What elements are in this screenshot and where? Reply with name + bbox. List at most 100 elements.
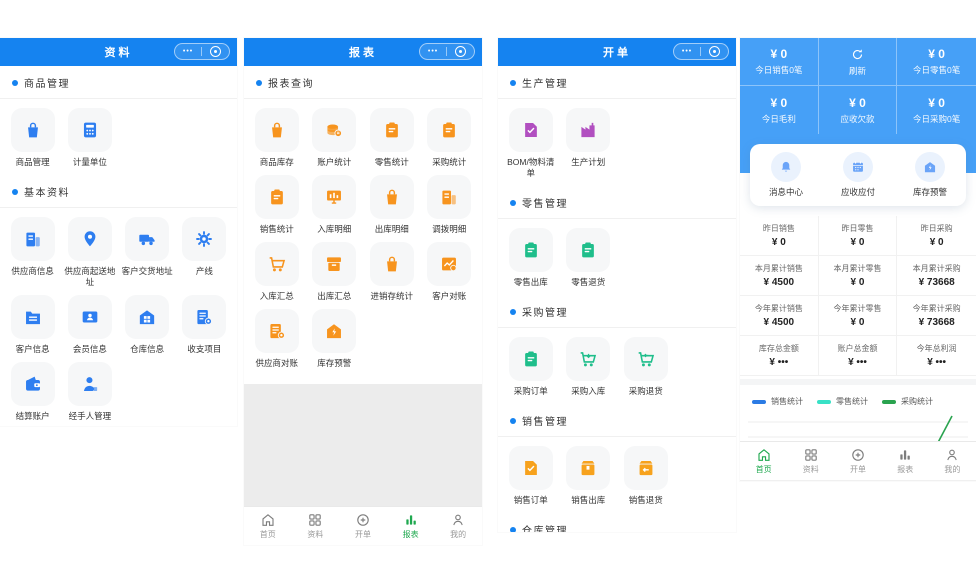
app-item-9[interactable]: 经手人管理 [61, 362, 118, 422]
app-item-3[interactable]: 产线 [176, 217, 233, 288]
refresh-button[interactable]: 刷新 [819, 38, 898, 86]
app-item-8[interactable]: 入库汇总 [248, 242, 306, 302]
stat-cell-1[interactable]: 昨日零售¥ 0 [819, 216, 898, 256]
tab-home[interactable]: 首页 [244, 512, 292, 540]
app-item-7[interactable]: 调拨明细 [421, 175, 479, 235]
stat-value: ¥ 73668 [919, 317, 955, 328]
app-item-4[interactable]: 客户信息 [4, 295, 61, 355]
app-item-1[interactable]: 零售退货 [560, 228, 618, 288]
app-item-0[interactable]: 商品管理 [4, 108, 61, 168]
stat-cell-11[interactable]: 今年总利润¥ ••• [897, 336, 976, 376]
summary-cell-receivables[interactable]: ¥ 0 应收欠款 [819, 86, 898, 134]
app-item-12[interactable]: 供应商对账 [248, 309, 306, 369]
more-icon[interactable]: ••• [682, 48, 692, 55]
app-item-0[interactable]: BOM/物料清单 [502, 108, 560, 179]
stat-value: ¥ ••• [927, 357, 946, 368]
more-icon[interactable]: ••• [428, 48, 438, 55]
app-item-2[interactable]: 零售统计 [363, 108, 421, 168]
tab-label: 开单 [850, 464, 866, 475]
app-item-0[interactable]: 商品库存 [248, 108, 306, 168]
tab-grid[interactable]: 资料 [787, 447, 834, 475]
app-item-5[interactable]: 会员信息 [61, 295, 118, 355]
app-item-13[interactable]: 库存预警 [306, 309, 364, 369]
stat-cell-9[interactable]: 库存总金额¥ ••• [740, 336, 819, 376]
bars-icon [403, 512, 419, 528]
app-item-0[interactable]: 采购订单 [502, 337, 560, 397]
app-item-1[interactable]: 采购入库 [560, 337, 618, 397]
exit-target-icon[interactable] [709, 46, 720, 57]
summary-label: 刷新 [849, 65, 866, 77]
miniprogram-capsule[interactable]: ••• [673, 43, 729, 60]
more-icon[interactable]: ••• [183, 48, 193, 55]
miniprogram-capsule[interactable]: ••• [419, 43, 475, 60]
tab-label: 首页 [756, 464, 772, 475]
tab-bars[interactable]: 报表 [882, 447, 929, 475]
summary-cell-today-purchase[interactable]: ¥ 0 今日采购0笔 [897, 86, 976, 134]
tab-label: 资料 [803, 464, 819, 475]
stat-value: ¥ 0 [851, 277, 865, 288]
tab-bars[interactable]: 报表 [387, 512, 435, 540]
app-item-1[interactable]: 销售出库 [560, 446, 618, 506]
stat-cell-5[interactable]: 本月累计采购¥ 73668 [897, 256, 976, 296]
section-header: 采购管理 [498, 295, 736, 328]
stat-cell-8[interactable]: 今年累计采购¥ 73668 [897, 296, 976, 336]
app-item-8[interactable]: 结算账户 [4, 362, 61, 422]
coins-icon [312, 108, 356, 152]
exit-target-icon[interactable] [210, 46, 221, 57]
person-icon [944, 447, 960, 463]
stat-cell-7[interactable]: 今年累计零售¥ 0 [819, 296, 898, 336]
pin-icon [68, 217, 112, 261]
quick-action-stock-alert[interactable]: 库存预警 [913, 152, 947, 198]
stat-cell-2[interactable]: 昨日采购¥ 0 [897, 216, 976, 256]
app-item-5[interactable]: 入库明细 [306, 175, 364, 235]
app-item-0[interactable]: 销售订单 [502, 446, 560, 506]
summary-cell-today-retail[interactable]: ¥ 0 今日零售0笔 [897, 38, 976, 86]
app-item-11[interactable]: 客户对账 [421, 242, 479, 302]
quick-actions-card: 消息中心 应收应付 库存预警 [750, 144, 966, 206]
app-item-9[interactable]: 出库汇总 [306, 242, 364, 302]
app-item-3[interactable]: 采购统计 [421, 108, 479, 168]
quick-action-messages[interactable]: 消息中心 [769, 152, 803, 198]
tab-person[interactable]: 我的 [434, 512, 482, 540]
stat-cell-0[interactable]: 昨日销售¥ 0 [740, 216, 819, 256]
app-item-0[interactable]: 零售出库 [502, 228, 560, 288]
app-item-label: 计量单位 [70, 157, 110, 168]
clipboard-icon [509, 228, 553, 272]
clipboard-icon [255, 175, 299, 219]
card-icon [68, 295, 112, 339]
app-item-1[interactable]: 供应商起送地址 [61, 217, 118, 288]
stat-value: ¥ 4500 [764, 277, 795, 288]
app-item-6[interactable]: 仓库信息 [119, 295, 176, 355]
screen-reports: 报表 ••• 报表查询 商品库存账户统计零售统计采购统计销售统计入库明细出库明细… [244, 38, 482, 545]
summary-cell-today-profit[interactable]: ¥ 0 今日毛利 [740, 86, 819, 134]
grid-icon [803, 447, 819, 463]
stat-cell-10[interactable]: 账户总金额¥ ••• [819, 336, 898, 376]
app-item-0[interactable]: 供应商信息 [4, 217, 61, 288]
app-item-10[interactable]: 进销存统计 [363, 242, 421, 302]
exit-target-icon[interactable] [455, 46, 466, 57]
app-item-6[interactable]: 出库明细 [363, 175, 421, 235]
stat-value: ¥ 73668 [919, 277, 955, 288]
tab-grid[interactable]: 资料 [292, 512, 340, 540]
tab-plus[interactable]: 开单 [834, 447, 881, 475]
tab-home[interactable]: 首页 [740, 447, 787, 475]
app-item-1[interactable]: 计量单位 [61, 108, 118, 168]
app-item-2[interactable]: 采购退货 [617, 337, 675, 397]
app-item-1[interactable]: 生产计划 [560, 108, 618, 179]
folder-icon [11, 295, 55, 339]
stat-cell-4[interactable]: 本月累计零售¥ 0 [819, 256, 898, 296]
tab-plus[interactable]: 开单 [339, 512, 387, 540]
homeflash-icon [312, 309, 356, 353]
miniprogram-capsule[interactable]: ••• [174, 43, 230, 60]
app-item-4[interactable]: 销售统计 [248, 175, 306, 235]
stat-cell-6[interactable]: 今年累计销售¥ 4500 [740, 296, 819, 336]
app-item-2[interactable]: 客户交货地址 [119, 217, 176, 288]
app-item-1[interactable]: 账户统计 [306, 108, 364, 168]
summary-cell-today-sales[interactable]: ¥ 0 今日销售0笔 [740, 38, 819, 86]
app-item-label: 零售出库 [511, 277, 551, 288]
quick-action-receivable-payable[interactable]: 应收应付 [841, 152, 875, 198]
app-item-7[interactable]: 收支项目 [176, 295, 233, 355]
tab-person[interactable]: 我的 [929, 447, 976, 475]
stat-cell-3[interactable]: 本月累计销售¥ 4500 [740, 256, 819, 296]
app-item-2[interactable]: 销售退货 [617, 446, 675, 506]
